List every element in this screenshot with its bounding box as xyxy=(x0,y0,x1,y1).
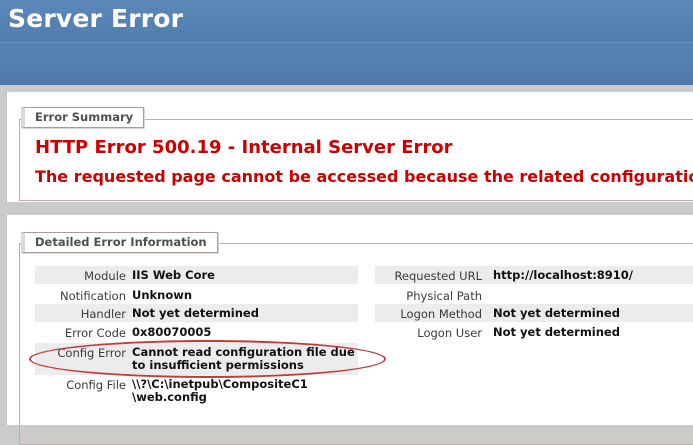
module-label: Module xyxy=(84,269,126,283)
logon-method-label: Logon Method xyxy=(400,307,482,321)
notification-label: Notification xyxy=(60,289,126,303)
config-error-highlight-ellipse xyxy=(29,340,386,378)
error-code-value: 0x80070005 xyxy=(132,325,212,339)
physical-path-label: Physical Path xyxy=(406,289,482,303)
config-file-label: Config File xyxy=(66,378,126,392)
requested-url-value: http://localhost:8910/ xyxy=(493,268,634,282)
config-file-value-line2: \web.config xyxy=(132,390,207,404)
module-value: IIS Web Core xyxy=(132,268,215,282)
error-summary-box xyxy=(19,119,693,201)
logon-user-value: Not yet determined xyxy=(493,325,620,339)
error-code-label: Error Code xyxy=(64,326,126,340)
page-title: Server Error xyxy=(8,4,184,33)
requested-url-label: Requested URL xyxy=(394,269,482,283)
handler-value: Not yet determined xyxy=(132,306,259,320)
logon-method-value: Not yet determined xyxy=(493,306,620,320)
page-header: Server Error xyxy=(0,0,693,85)
logon-user-label: Logon User xyxy=(417,326,482,340)
error-message: The requested page cannot be accessed be… xyxy=(35,167,693,186)
detailed-error-legend: Detailed Error Information xyxy=(21,232,218,253)
error-heading: HTTP Error 500.19 - Internal Server Erro… xyxy=(35,137,453,158)
error-summary-legend: Error Summary xyxy=(21,107,145,128)
header-band xyxy=(0,42,693,85)
notification-value: Unknown xyxy=(132,288,193,302)
handler-label: Handler xyxy=(80,307,126,321)
